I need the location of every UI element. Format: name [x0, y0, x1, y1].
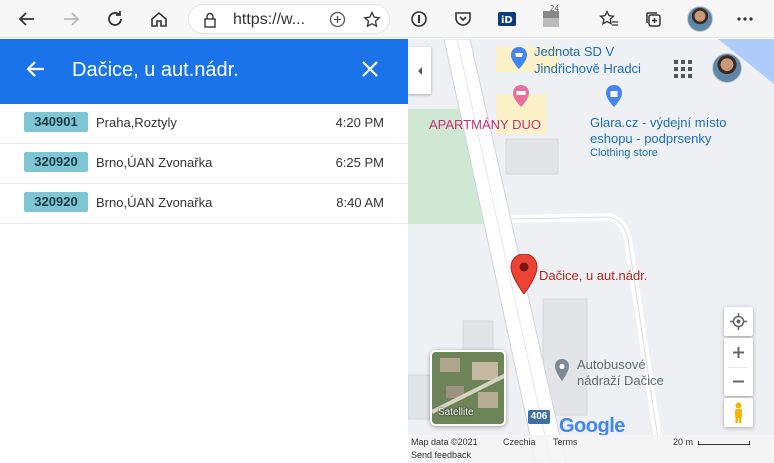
back-arrow-icon[interactable]	[12, 4, 42, 34]
zoom-out-button[interactable]	[724, 367, 753, 396]
lock-icon[interactable]	[203, 12, 217, 33]
minus-icon	[733, 380, 744, 383]
collapse-panel-button[interactable]	[408, 47, 431, 94]
profile-avatar[interactable]	[687, 6, 713, 32]
plus-icon	[733, 347, 744, 358]
departure-time: 4:20 PM	[335, 115, 384, 130]
favorite-star-icon[interactable]	[363, 10, 381, 34]
poi-glara-category: Clothing store	[590, 147, 658, 159]
street-view-button[interactable]	[724, 398, 753, 427]
zoom-in-button[interactable]	[724, 338, 753, 367]
terms-link[interactable]: Terms	[553, 437, 578, 447]
scale-label[interactable]: 20 m	[673, 437, 693, 447]
destination: Praha,Roztyly	[96, 115, 177, 130]
shopping-cart-pin-icon[interactable]	[510, 47, 528, 69]
url-text[interactable]: https://w...	[233, 11, 305, 29]
selected-location-pin-icon[interactable]	[510, 254, 538, 294]
home-icon[interactable]	[144, 4, 174, 34]
zoom-control	[724, 338, 753, 396]
line-badge: 340901	[24, 112, 88, 132]
place-pin-icon[interactable]	[554, 359, 570, 381]
forward-arrow-icon[interactable]	[56, 4, 86, 34]
poi-jednota-label-2[interactable]: Jindřichově Hradci	[534, 61, 641, 76]
satellite-label: Satellite	[438, 407, 474, 418]
map-view[interactable]: Jednota SD V Jindřichově Hradci APARTMÁN…	[408, 39, 774, 463]
departure-row[interactable]: 340901 Praha,Roztyly 4:20 PM	[0, 104, 408, 144]
selected-stop-label[interactable]: Dačice, u aut.nádr.	[539, 268, 647, 283]
departure-time: 8:40 AM	[336, 195, 384, 210]
line-badge: 320920	[24, 192, 88, 212]
shopping-bag-pin-icon[interactable]	[605, 85, 623, 107]
poi-apartmany-label[interactable]: APARTMÁNY DUO	[429, 117, 541, 132]
departure-time: 6:25 PM	[335, 155, 384, 170]
poi-bus-station-label[interactable]: Autobusové	[577, 357, 646, 372]
close-icon[interactable]	[356, 55, 386, 85]
stop-title: Dačice, u aut.nádr.	[72, 59, 239, 81]
pocket-icon[interactable]	[448, 4, 478, 34]
country-link[interactable]: Czechia	[503, 437, 536, 447]
svg-text:iD: iD	[501, 15, 513, 26]
satellite-toggle[interactable]: Satellite	[430, 350, 506, 426]
my-location-button[interactable]	[724, 307, 753, 336]
scale-bar	[698, 441, 750, 445]
hotel-bed-pin-icon[interactable]	[512, 85, 530, 107]
departure-row[interactable]: 320920 Brno,ÚAN Zvonařka 8:40 AM	[0, 184, 408, 224]
poi-glara-label-2[interactable]: eshopu - podprsenky	[590, 131, 711, 146]
poi-bus-station-label-2[interactable]: nádraží Dačice	[577, 373, 664, 388]
extension-badge-count: 24	[550, 4, 559, 13]
back-arrow-icon[interactable]	[22, 55, 52, 85]
line-badge: 320920	[24, 152, 88, 172]
refresh-icon[interactable]	[100, 4, 130, 34]
reader-info-icon[interactable]	[404, 4, 434, 34]
departures-panel: Dačice, u aut.nádr. 340901 Praha,Roztyly…	[0, 39, 408, 463]
favorites-icon[interactable]	[594, 4, 624, 34]
id-extension-icon[interactable]: iD	[492, 4, 522, 34]
address-bar[interactable]: https://w...	[188, 4, 390, 34]
destination: Brno,ÚAN Zvonařka	[96, 155, 213, 170]
google-apps-icon[interactable]	[674, 60, 692, 78]
collections-icon[interactable]	[638, 4, 668, 34]
destination: Brno,ÚAN Zvonařka	[96, 195, 213, 210]
browser-toolbar: https://w... iD 24	[0, 0, 774, 38]
more-options-icon[interactable]	[730, 4, 760, 34]
extension-badge-icon[interactable]: 24	[536, 4, 566, 34]
map-data-attribution: Map data ©2021	[411, 437, 478, 447]
crosshair-icon	[730, 313, 747, 330]
poi-jednota-label[interactable]: Jednota SD V	[534, 44, 614, 59]
road-number-shield: 406	[528, 410, 550, 424]
account-avatar[interactable]	[712, 53, 742, 83]
panel-header: Dačice, u aut.nádr.	[0, 39, 408, 104]
poi-glara-label[interactable]: Glara.cz - výdejní místo	[590, 115, 727, 130]
add-tab-icon[interactable]	[329, 11, 346, 33]
pegman-icon	[735, 402, 742, 423]
departure-row[interactable]: 320920 Brno,ÚAN Zvonařka 6:25 PM	[0, 144, 408, 184]
send-feedback-link[interactable]: Send feedback	[411, 450, 471, 460]
map-footer: Map data ©2021 Czechia Terms 20 m Send f…	[408, 435, 774, 463]
